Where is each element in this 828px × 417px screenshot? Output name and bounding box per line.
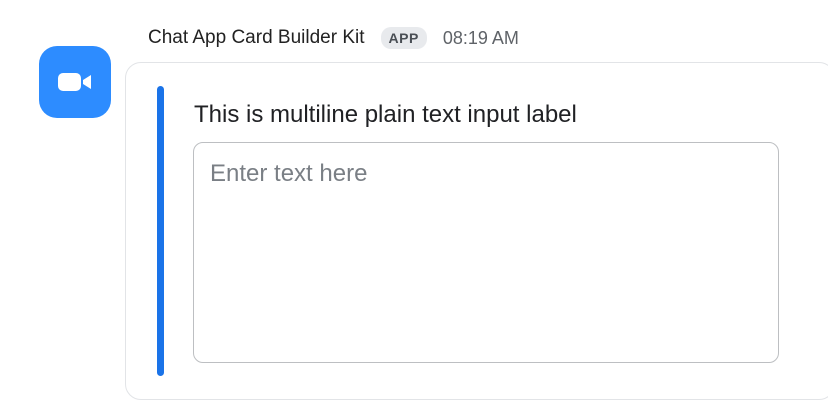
card-accent-bar	[157, 86, 164, 376]
app-avatar[interactable]	[39, 46, 111, 118]
message-header: Chat App Card Builder Kit APP 08:19 AM	[148, 24, 519, 52]
sender-name[interactable]: Chat App Card Builder Kit	[148, 27, 365, 49]
multiline-input-label: This is multiline plain text input label	[194, 101, 577, 128]
video-camera-icon	[58, 73, 91, 91]
multiline-text-input[interactable]	[193, 142, 779, 363]
chat-message: Chat App Card Builder Kit APP 08:19 AM T…	[0, 0, 828, 417]
app-badge: APP	[380, 27, 427, 49]
message-timestamp: 08:19 AM	[442, 27, 519, 48]
